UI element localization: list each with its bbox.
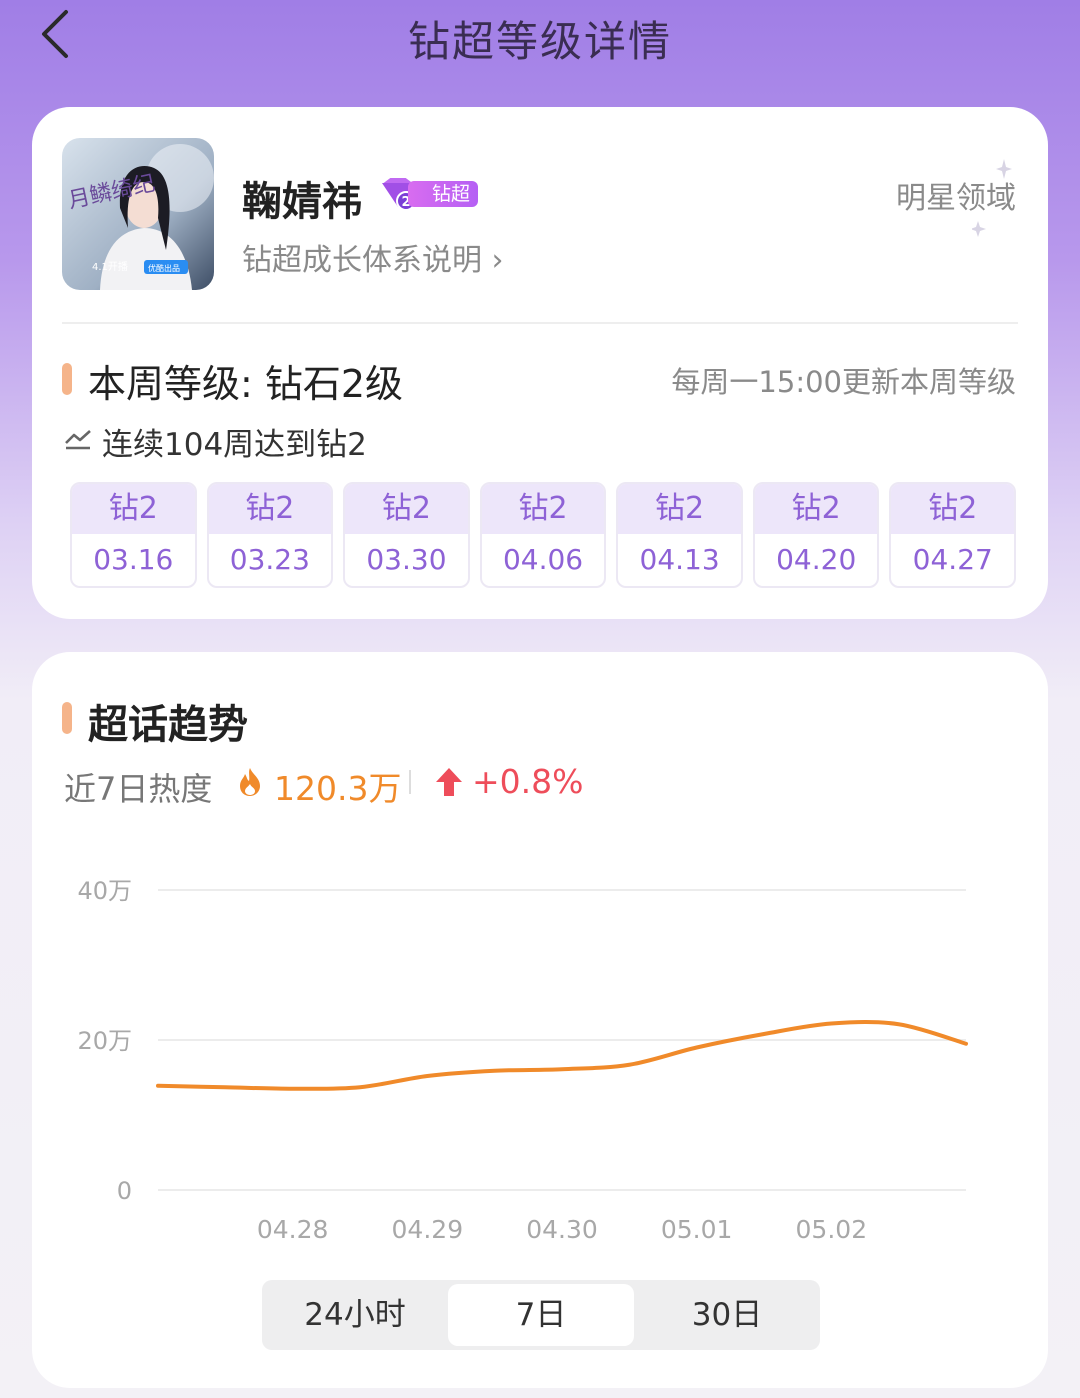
trend-title: 超话趋势 bbox=[88, 702, 248, 748]
x-tick-label: 05.01 bbox=[661, 1215, 733, 1244]
week-cell: 钻2 04.06 bbox=[479, 482, 607, 588]
fire-icon bbox=[240, 768, 260, 796]
week-level: 钻2 bbox=[345, 484, 468, 534]
week-level: 钻2 bbox=[891, 484, 1015, 534]
section-marker bbox=[62, 702, 72, 734]
heat-change: +0.8% bbox=[472, 762, 584, 801]
week-level: 钻2 bbox=[72, 484, 195, 534]
user-name[interactable]: 鞠婧祎 bbox=[242, 169, 362, 227]
y-tick-label: 20万 bbox=[77, 1027, 132, 1055]
y-tick-label: 0 bbox=[117, 1177, 132, 1205]
heat-label: 近7日热度 bbox=[64, 770, 213, 808]
level-badge: 2 钻超 bbox=[376, 175, 478, 211]
streak-text: 连续104周达到钻2 bbox=[102, 427, 367, 463]
week-cell: 钻2 04.20 bbox=[752, 482, 880, 588]
x-tick-label: 04.28 bbox=[257, 1215, 329, 1244]
tab-7d[interactable]: 7日 bbox=[448, 1284, 634, 1346]
poster-air-date: 4.1开播 bbox=[92, 260, 128, 273]
arrow-up-icon bbox=[436, 768, 462, 796]
tab-30d[interactable]: 30日 bbox=[634, 1280, 820, 1350]
week-date: 03.23 bbox=[229, 543, 310, 576]
week-history: 钻2 03.16 钻2 03.23 钻2 03.30 钻2 04.06 钻2 0… bbox=[70, 482, 1017, 588]
heat-value: 120.3万 bbox=[274, 769, 402, 808]
trend-up-icon bbox=[65, 430, 91, 450]
week-cell: 钻2 03.23 bbox=[206, 482, 334, 588]
y-tick-label: 40万 bbox=[77, 877, 132, 905]
week-date: 04.20 bbox=[776, 543, 857, 576]
growth-system-link[interactable]: 钻超成长体系说明 › bbox=[242, 235, 504, 279]
trend-card: 超话趋势 近7日热度 120.3万 +0.8% 40万 20万 0 04.28 04.2… bbox=[32, 652, 1048, 1388]
series-line bbox=[156, 1020, 968, 1091]
profile-card: 月鳞绮纪 4.1开播 优酷出品 鞠婧祎 2 钻超 钻超成长体系说明 › 明星领域… bbox=[32, 107, 1048, 619]
x-tick-label: 04.30 bbox=[526, 1215, 598, 1244]
poster-producer: 优酷出品 bbox=[148, 263, 180, 273]
week-level: 钻2 bbox=[481, 484, 605, 534]
time-range-tabs: 24小时 7日 30日 bbox=[262, 1280, 820, 1350]
week-date: 04.13 bbox=[639, 543, 720, 576]
section-marker bbox=[62, 363, 72, 395]
domain-label[interactable]: 明星领域 bbox=[896, 173, 1016, 217]
update-note: 每周一15:00更新本周等级 bbox=[671, 365, 1016, 399]
badge-label: 钻超 bbox=[408, 181, 478, 207]
trend-chart: 40万 20万 0 04.28 04.29 04.30 05.01 05.02 bbox=[77, 877, 968, 1244]
week-cell: 钻2 03.16 bbox=[70, 482, 197, 588]
week-date: 03.16 bbox=[93, 543, 174, 576]
week-cell: 钻2 03.30 bbox=[343, 482, 470, 588]
week-level: 钻2 bbox=[208, 484, 332, 534]
divider bbox=[62, 322, 1018, 324]
x-tick-label: 05.02 bbox=[796, 1215, 868, 1244]
week-level: 钻2 bbox=[618, 484, 741, 534]
page-title: 钻超等级详情 bbox=[407, 17, 672, 66]
heat-separator bbox=[409, 770, 411, 794]
x-tick-label: 04.29 bbox=[392, 1215, 464, 1244]
week-cell: 钻2 04.13 bbox=[616, 482, 743, 588]
tab-24h[interactable]: 24小时 bbox=[262, 1280, 448, 1350]
week-level: 钻2 bbox=[754, 484, 878, 534]
week-date: 04.06 bbox=[502, 543, 584, 576]
week-level-title: 本周等级: 钻石2级 bbox=[88, 362, 404, 406]
avatar[interactable]: 月鳞绮纪 4.1开播 优酷出品 bbox=[62, 138, 214, 290]
nav-bar: 钻超等级详情 bbox=[0, 0, 1080, 70]
week-cell: 钻2 04.27 bbox=[889, 482, 1017, 588]
week-date: 03.30 bbox=[366, 543, 447, 576]
drama-poster-image: 月鳞绮纪 4.1开播 优酷出品 bbox=[62, 138, 214, 290]
week-date: 04.27 bbox=[912, 543, 993, 576]
